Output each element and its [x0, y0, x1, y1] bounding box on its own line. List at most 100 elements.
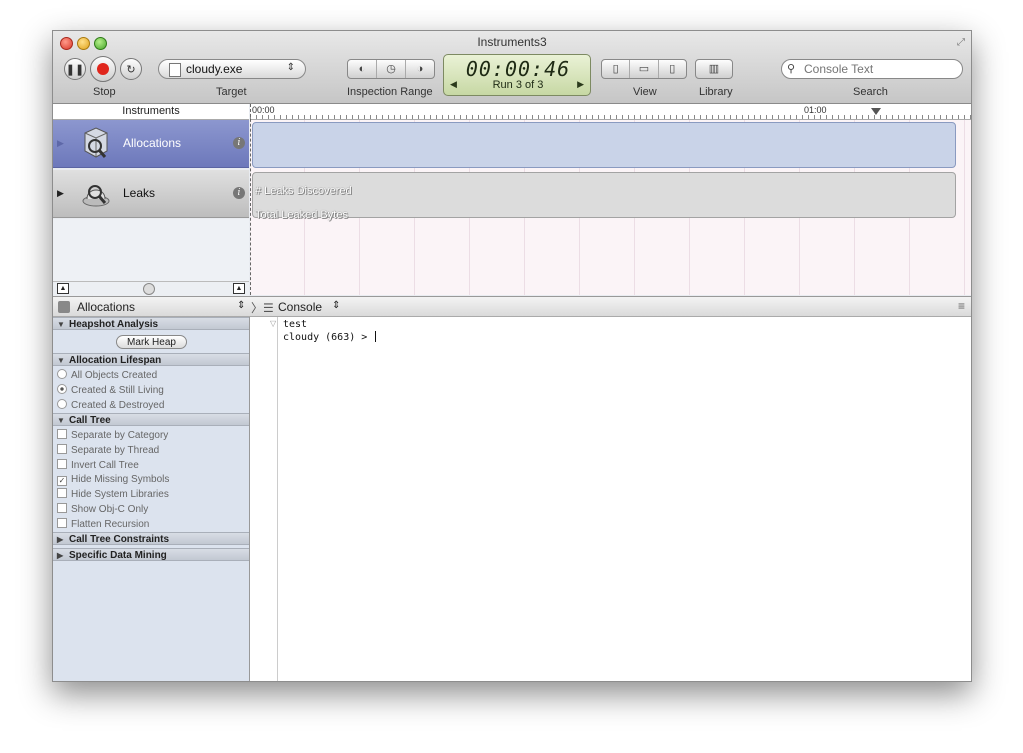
- pause-icon: ❚❚: [65, 63, 85, 76]
- jump-bar-icon: 〉☰: [251, 301, 274, 315]
- disclosure-down-icon[interactable]: ▼: [57, 318, 65, 331]
- call-tree-option[interactable]: Separate by Thread: [57, 444, 159, 457]
- view-selector[interactable]: Console: [278, 300, 322, 314]
- call-tree-option[interactable]: Separate by Category: [57, 429, 168, 442]
- instruments-window: Instruments3 ⤢ ❚❚ ↻ Stop cloudy.exe ⇕ Ta…: [52, 30, 972, 682]
- disclosure-down-icon[interactable]: ▼: [57, 354, 65, 367]
- section-title: Call Tree: [69, 415, 111, 426]
- instrument-row-leaks[interactable]: ▶ Leaks i: [53, 170, 249, 218]
- radio-button-selected[interactable]: [57, 384, 67, 394]
- option-label: Created & Destroyed: [71, 400, 165, 411]
- option-label: Separate by Category: [71, 430, 169, 441]
- disclosure-right-icon[interactable]: ▶: [57, 549, 63, 562]
- playhead-marker[interactable]: [871, 108, 881, 115]
- disclosure-right-icon[interactable]: ▶: [57, 533, 63, 546]
- loop-button[interactable]: ↻: [120, 58, 142, 80]
- timeline-ruler[interactable]: 00:00 01:00: [250, 104, 971, 120]
- view-right-pane-button[interactable]: ▯: [659, 60, 686, 78]
- checkbox-checked[interactable]: ✓: [57, 476, 67, 486]
- view-left-pane-button[interactable]: ▯: [602, 60, 631, 78]
- updown-arrows-icon[interactable]: ⇕: [237, 300, 245, 311]
- stop-label: Stop: [93, 86, 116, 98]
- next-run-button[interactable]: ▶: [577, 79, 584, 90]
- lifespan-option[interactable]: Created & Still Living: [57, 384, 164, 397]
- search-label: Search: [853, 86, 888, 98]
- section-title: Call Tree Constraints: [69, 534, 170, 545]
- track-height-slider[interactable]: [143, 283, 155, 295]
- option-label: Separate by Thread: [71, 445, 160, 456]
- text-caret: [375, 331, 377, 342]
- total-leaked-bytes-label: Total Leaked Bytes: [255, 209, 348, 221]
- instrument-selector[interactable]: Allocations: [77, 300, 135, 314]
- section-heapshot-analysis[interactable]: ▼ Heapshot Analysis: [53, 317, 249, 330]
- detail-bar: Allocations ⇕ 〉☰ Console ⇕ ≡: [53, 296, 971, 317]
- instrument-row-allocations[interactable]: ▶ Allocations i: [53, 120, 249, 168]
- call-tree-option[interactable]: Show Obj-C Only: [57, 503, 148, 516]
- inspection-range-label: Inspection Range: [347, 86, 433, 98]
- radio-button[interactable]: [57, 369, 67, 379]
- target-value: cloudy.exe: [186, 62, 243, 76]
- options-menu-icon[interactable]: ≡: [958, 299, 965, 313]
- fullscreen-icon[interactable]: ⤢: [957, 37, 965, 48]
- disclosure-triangle-icon[interactable]: ▶: [57, 138, 64, 149]
- console-output[interactable]: test cloudy (663) >: [278, 317, 971, 681]
- view-bottom-pane-button[interactable]: ▭: [630, 60, 659, 78]
- checkbox[interactable]: [57, 459, 67, 469]
- mark-heap-button[interactable]: Mark Heap: [116, 335, 187, 349]
- target-popup[interactable]: cloudy.exe ⇕: [158, 59, 306, 79]
- section-call-tree-constraints[interactable]: ▶ Call Tree Constraints: [53, 532, 249, 545]
- search-icon: ⚲: [787, 63, 796, 75]
- track-area[interactable]: # Leaks Discovered Total Leaked Bytes: [250, 120, 971, 295]
- section-title: Allocation Lifespan: [69, 355, 162, 366]
- option-label: All Objects Created: [71, 370, 158, 381]
- info-icon[interactable]: i: [233, 137, 245, 149]
- call-tree-option[interactable]: Flatten Recursion: [57, 518, 149, 531]
- section-call-tree[interactable]: ▼ Call Tree: [53, 413, 249, 426]
- checkbox[interactable]: [57, 518, 67, 528]
- disclosure-down-icon: ▽: [270, 319, 277, 328]
- instrument-name: Allocations: [123, 136, 182, 150]
- updown-arrows-icon[interactable]: ⇕: [332, 300, 340, 311]
- checkbox[interactable]: [57, 429, 67, 439]
- lifespan-option[interactable]: All Objects Created: [57, 369, 157, 382]
- range-clear-button[interactable]: ◷: [377, 60, 406, 78]
- leaks-track[interactable]: # Leaks Discovered Total Leaked Bytes: [252, 172, 956, 221]
- section-specific-data-mining[interactable]: ▶ Specific Data Mining: [53, 548, 249, 561]
- call-tree-option[interactable]: ✓ Hide Missing Symbols: [57, 474, 169, 486]
- call-tree-option[interactable]: Hide System Libraries: [57, 488, 169, 501]
- small-track-icon[interactable]: ▲: [57, 283, 69, 294]
- view-label: View: [633, 86, 657, 98]
- window-title: Instruments3: [477, 35, 547, 49]
- console-prompt-line[interactable]: cloudy (663) >: [283, 331, 377, 343]
- option-label: Created & Still Living: [71, 385, 164, 396]
- checkbox[interactable]: [57, 488, 67, 498]
- range-end-button[interactable]: ◑: [406, 60, 434, 78]
- search-input[interactable]: [804, 62, 954, 76]
- pause-button[interactable]: ❚❚: [64, 58, 86, 80]
- library-button[interactable]: ▥: [695, 59, 733, 79]
- console-prompt: cloudy (663) >: [283, 332, 374, 343]
- loop-icon: ↻: [126, 63, 136, 76]
- lifespan-option[interactable]: Created & Destroyed: [57, 399, 164, 412]
- range-start-button[interactable]: ◐: [348, 60, 377, 78]
- allocations-instrument-icon: [84, 127, 108, 158]
- large-track-icon[interactable]: ▲: [233, 283, 245, 294]
- leaks-instrument-icon: [82, 185, 110, 207]
- info-icon[interactable]: i: [233, 187, 245, 199]
- call-tree-option[interactable]: Invert Call Tree: [57, 459, 139, 472]
- radio-button[interactable]: [57, 399, 67, 409]
- console-search-field[interactable]: ⚲: [781, 59, 963, 79]
- disclosure-down-icon[interactable]: ▼: [57, 414, 65, 427]
- option-label: Invert Call Tree: [71, 460, 139, 471]
- checkbox[interactable]: [57, 444, 67, 454]
- record-stop-button[interactable]: [90, 56, 116, 82]
- checkbox[interactable]: [57, 503, 67, 513]
- section-allocation-lifespan[interactable]: ▼ Allocation Lifespan: [53, 353, 249, 366]
- view-control: ▯ ▭ ▯: [601, 59, 687, 79]
- section-title: Specific Data Mining: [69, 550, 167, 561]
- allocations-track[interactable]: [252, 122, 956, 168]
- inspector-pane: ▼ Heapshot Analysis Mark Heap ▼ Allocati…: [53, 317, 250, 681]
- updown-arrows-icon: ⇕: [286, 62, 295, 73]
- disclosure-triangle-icon[interactable]: ▶: [57, 188, 64, 199]
- console-line: test: [283, 319, 308, 330]
